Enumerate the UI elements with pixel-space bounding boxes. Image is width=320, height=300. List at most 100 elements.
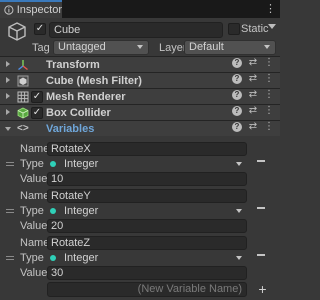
component-label: Transform [46, 59, 100, 71]
help-icon[interactable]: ? [232, 106, 242, 116]
variable-type-row: Type Integer [0, 204, 280, 218]
more-menu-icon[interactable]: ⋮ [265, 2, 276, 15]
variable-value-field[interactable]: 30 [47, 266, 247, 280]
expand-arrow-icon[interactable] [6, 77, 10, 83]
expand-arrow-icon[interactable] [6, 109, 10, 115]
component-tools: ? ⇄ ⋮ [232, 74, 274, 84]
name-label: Name [20, 237, 50, 249]
help-icon[interactable]: ? [232, 90, 242, 100]
variable-value-row: Value 30 [0, 266, 280, 280]
tag-dropdown[interactable]: Untagged [53, 40, 149, 55]
value-label: Value [20, 173, 48, 185]
component-label: Box Collider [46, 107, 111, 119]
variable-value-field[interactable]: 10 [47, 172, 247, 186]
drag-handle-icon[interactable] [6, 162, 14, 166]
preset-icon[interactable]: ⇄ [248, 90, 258, 100]
more-options-icon[interactable]: ⋮ [264, 58, 274, 68]
component-variables[interactable]: <> Variables ? ⇄ ⋮ [0, 120, 280, 136]
component-label: Cube (Mesh Filter) [46, 75, 142, 87]
variable-item: Name RotateZ Type Integer Value 30 [0, 236, 280, 282]
variable-name-row: Name RotateZ [0, 236, 280, 250]
type-label: Type [20, 252, 44, 264]
help-icon[interactable]: ? [232, 58, 242, 68]
component-tools: ? ⇄ ⋮ [232, 122, 274, 132]
variable-type-dropdown[interactable]: Integer [47, 251, 247, 265]
name-label: Name [20, 190, 50, 202]
chevron-down-icon [236, 209, 242, 213]
help-icon[interactable]: ? [232, 122, 242, 132]
layer-dropdown[interactable]: Default [184, 40, 276, 55]
component-list: Transform ? ⇄ ⋮ Cube (Mesh Filter) ? ⇄ ⋮ [0, 56, 280, 136]
value-label: Value [20, 267, 48, 279]
variable-type-dropdown[interactable]: Integer [47, 157, 247, 171]
enabled-checkbox[interactable]: ✓ [31, 107, 43, 119]
box-collider-icon [17, 107, 29, 119]
add-variable-button[interactable]: + [256, 282, 269, 296]
code-brackets-icon: <> [17, 123, 29, 134]
preset-icon[interactable]: ⇄ [248, 58, 258, 68]
drag-handle-icon[interactable] [6, 256, 14, 260]
mesh-filter-icon [17, 75, 29, 87]
transform-icon [18, 60, 28, 71]
tab-label: Inspector [16, 4, 62, 16]
static-checkbox[interactable] [228, 23, 240, 35]
info-icon [4, 5, 14, 15]
expand-arrow-icon[interactable] [6, 61, 10, 67]
object-name-field[interactable]: Cube [49, 22, 223, 38]
tab-inspector[interactable]: Inspector [0, 0, 62, 18]
expand-arrow-icon[interactable] [6, 93, 10, 99]
more-options-icon[interactable]: ⋮ [264, 122, 274, 132]
tag-value: Untagged [58, 41, 106, 53]
collapse-arrow-icon[interactable] [5, 127, 11, 131]
more-options-icon[interactable]: ⋮ [264, 106, 274, 116]
variable-value-field[interactable]: 20 [47, 219, 247, 233]
remove-variable-button[interactable] [257, 160, 265, 162]
preset-icon[interactable]: ⇄ [248, 74, 258, 84]
type-value: Integer [64, 252, 99, 264]
variable-type-row: Type Integer [0, 157, 280, 171]
component-tools: ? ⇄ ⋮ [232, 90, 274, 100]
variable-type-row: Type Integer [0, 251, 280, 265]
variable-name-row: Name RotateY [0, 189, 280, 203]
preset-icon[interactable]: ⇄ [248, 122, 258, 132]
layer-label: Layer [159, 42, 187, 54]
variable-name-field[interactable]: RotateZ [47, 236, 247, 250]
cube-icon [8, 22, 26, 41]
component-label: Mesh Renderer [46, 91, 126, 103]
type-value: Integer [64, 158, 99, 170]
variable-type-dropdown[interactable]: Integer [47, 204, 247, 218]
mesh-renderer-icon [17, 91, 29, 103]
type-dot-icon [50, 208, 56, 214]
tag-label: Tag [32, 42, 50, 54]
help-icon[interactable]: ? [232, 74, 242, 84]
static-label: Static [241, 23, 269, 35]
layer-value: Default [189, 41, 224, 53]
new-variable-name-field[interactable]: (New Variable Name) [47, 282, 247, 297]
component-mesh-filter[interactable]: Cube (Mesh Filter) ? ⇄ ⋮ [0, 72, 280, 88]
name-label: Name [20, 143, 50, 155]
variable-value-row: Value 20 [0, 219, 280, 233]
remove-variable-button[interactable] [257, 254, 265, 256]
chevron-down-icon [236, 256, 242, 260]
variable-name-field[interactable]: RotateX [47, 142, 247, 156]
enabled-checkbox[interactable]: ✓ [31, 91, 43, 103]
object-header: ✓ Cube Static Tag Untagged Layer Default [0, 18, 280, 56]
chevron-down-icon [236, 162, 242, 166]
variable-name-field[interactable]: RotateY [47, 189, 247, 203]
preset-icon[interactable]: ⇄ [248, 106, 258, 116]
type-label: Type [20, 158, 44, 170]
component-mesh-renderer[interactable]: ✓ Mesh Renderer ? ⇄ ⋮ [0, 88, 280, 104]
static-dropdown-arrow-icon[interactable] [268, 24, 276, 29]
component-box-collider[interactable]: ✓ Box Collider ? ⇄ ⋮ [0, 104, 280, 120]
type-dot-icon [50, 255, 56, 261]
variable-value-row: Value 10 [0, 172, 280, 186]
component-tools: ? ⇄ ⋮ [232, 58, 274, 68]
variable-name-row: Name RotateX [0, 142, 280, 156]
more-options-icon[interactable]: ⋮ [264, 74, 274, 84]
active-checkbox[interactable]: ✓ [34, 23, 46, 35]
component-label: Variables [46, 123, 95, 135]
remove-variable-button[interactable] [257, 207, 265, 209]
drag-handle-icon[interactable] [6, 209, 14, 213]
component-transform[interactable]: Transform ? ⇄ ⋮ [0, 56, 280, 72]
more-options-icon[interactable]: ⋮ [264, 90, 274, 100]
